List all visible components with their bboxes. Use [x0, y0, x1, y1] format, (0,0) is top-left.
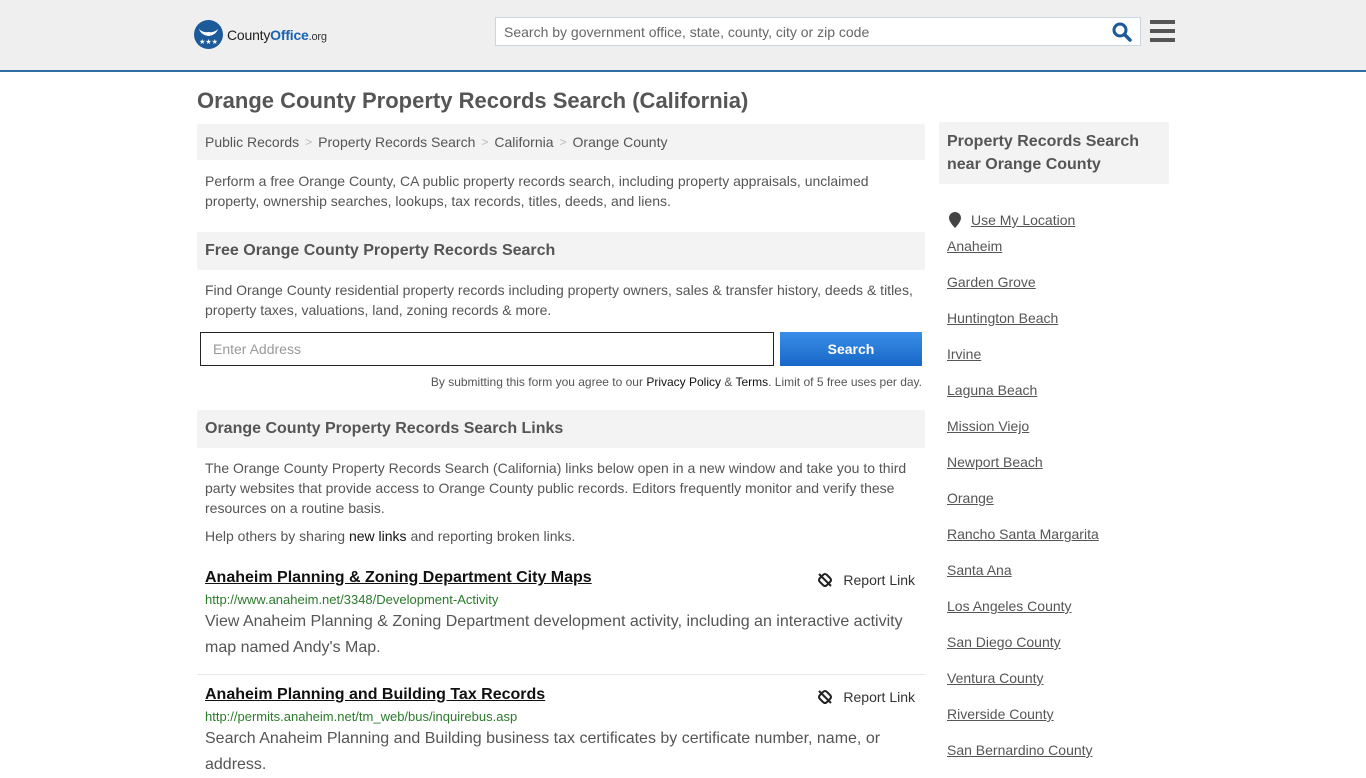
countyoffice-logo[interactable]: ★★★ CountyOffice.org [194, 20, 327, 49]
resource-link-item: Anaheim Planning & Zoning Department Cit… [197, 568, 925, 675]
nearby-item: Mission Viejo [947, 418, 1169, 454]
nearby-link-san-bernardino-county[interactable]: San Bernardino County [947, 742, 1093, 758]
page-title: Orange County Property Records Search (C… [197, 88, 749, 113]
breadcrumb-separator: > [559, 135, 567, 149]
help-prefix: Help others by sharing [205, 528, 349, 544]
resource-link-title[interactable]: Anaheim Planning & Zoning Department Cit… [205, 569, 592, 587]
nearby-item: Garden Grove [947, 274, 1169, 310]
breadcrumb-property-records-search[interactable]: Property Records Search [318, 134, 475, 150]
nearby-list: Use My Location Anaheim Garden Grove Hun… [939, 202, 1169, 778]
breadcrumb-public-records[interactable]: Public Records [205, 134, 299, 150]
report-link-label: Report Link [843, 689, 915, 705]
resource-link-item: Anaheim Planning and Building Tax Record… [197, 685, 925, 778]
hamburger-menu-icon[interactable] [1150, 20, 1175, 42]
nearby-item: Newport Beach [947, 454, 1169, 490]
resource-link-description: View Anaheim Planning & Zoning Departmen… [205, 613, 903, 656]
site-header: ★★★ CountyOffice.org [0, 0, 1366, 72]
nearby-item: Santa Ana [947, 562, 1169, 598]
eagle-logo-icon: ★★★ [194, 20, 223, 49]
terms-link[interactable]: Terms [735, 375, 768, 389]
nearby-item: San Bernardino County [947, 742, 1169, 778]
nearby-item: Huntington Beach [947, 310, 1169, 346]
nearby-link-ventura-county[interactable]: Ventura County [947, 670, 1044, 686]
help-text: Help others by sharing new links and rep… [205, 528, 575, 544]
use-location-item: Use My Location [947, 202, 1169, 238]
links-section-description: The Orange County Property Records Searc… [205, 460, 907, 516]
broken-link-icon [818, 690, 833, 704]
address-input[interactable] [200, 332, 774, 366]
free-search-description: Find Orange County residential property … [205, 282, 913, 318]
nearby-link-orange[interactable]: Orange [947, 490, 994, 506]
breadcrumb: Public Records > Property Records Search… [197, 124, 925, 160]
disclaimer-prefix: By submitting this form you agree to our [430, 375, 647, 389]
disclaimer-suffix: . Limit of 5 free uses per day. [768, 375, 922, 389]
form-disclaimer: By submitting this form you agree to our… [431, 375, 922, 389]
nearby-link-santa-ana[interactable]: Santa Ana [947, 562, 1012, 578]
breadcrumb-separator: > [305, 135, 313, 149]
main-content: Public Records > Property Records Search… [197, 124, 925, 773]
location-pin-icon [949, 212, 961, 228]
nearby-item: Irvine [947, 346, 1169, 382]
use-my-location-link[interactable]: Use My Location [971, 212, 1075, 228]
nearby-link-los-angeles-county[interactable]: Los Angeles County [947, 598, 1072, 614]
search-icon[interactable] [1112, 22, 1132, 42]
nearby-link-rancho-santa-margarita[interactable]: Rancho Santa Margarita [947, 526, 1099, 542]
nearby-item: Los Angeles County [947, 598, 1169, 634]
broken-link-icon [818, 573, 833, 587]
privacy-policy-link[interactable]: Privacy Policy [646, 375, 721, 389]
nearby-item: Laguna Beach [947, 382, 1169, 418]
site-search-box [495, 17, 1141, 46]
nearby-item: Ventura County [947, 670, 1169, 706]
nearby-link-garden-grove[interactable]: Garden Grove [947, 274, 1036, 290]
free-search-heading: Free Orange County Property Records Sear… [197, 232, 925, 270]
disclaimer-amp: & [721, 375, 736, 389]
nearby-link-laguna-beach[interactable]: Laguna Beach [947, 382, 1037, 398]
nearby-item: Riverside County [947, 706, 1169, 742]
report-link-label: Report Link [843, 572, 915, 588]
resource-link-description: Search Anaheim Planning and Building bus… [205, 730, 881, 773]
nearby-sidebar: Property Records Search near Orange Coun… [939, 122, 1169, 778]
nearby-link-mission-viejo[interactable]: Mission Viejo [947, 418, 1029, 434]
nearby-link-san-diego-county[interactable]: San Diego County [947, 634, 1061, 650]
breadcrumb-orange-county[interactable]: Orange County [573, 134, 668, 150]
nearby-link-newport-beach[interactable]: Newport Beach [947, 454, 1043, 470]
resource-link-url: http://www.anaheim.net/3348/Development-… [205, 592, 499, 607]
help-suffix: and reporting broken links. [406, 528, 576, 544]
breadcrumb-separator: > [481, 135, 489, 149]
resource-link-url: http://permits.anaheim.net/tm_web/bus/in… [205, 709, 518, 724]
nearby-item: Orange [947, 490, 1169, 526]
nearby-item: Anaheim [947, 238, 1169, 274]
nearby-link-huntington-beach[interactable]: Huntington Beach [947, 310, 1058, 326]
nearby-link-anaheim[interactable]: Anaheim [947, 238, 1002, 254]
nearby-link-riverside-county[interactable]: Riverside County [947, 706, 1054, 722]
logo-text: CountyOffice.org [227, 26, 327, 43]
links-section-heading: Orange County Property Records Search Li… [197, 410, 925, 448]
svg-text:★★★: ★★★ [199, 38, 218, 46]
new-links-link[interactable]: new links [349, 528, 407, 544]
resource-link-title[interactable]: Anaheim Planning and Building Tax Record… [205, 686, 545, 704]
report-link-button[interactable]: Report Link [817, 689, 915, 705]
nearby-link-irvine[interactable]: Irvine [947, 346, 981, 362]
sidebar-heading: Property Records Search near Orange Coun… [939, 122, 1169, 184]
nearby-item: Rancho Santa Margarita [947, 526, 1169, 562]
report-link-button[interactable]: Report Link [817, 572, 915, 588]
address-search-button[interactable]: Search [780, 332, 922, 366]
nearby-item: San Diego County [947, 634, 1169, 670]
breadcrumb-california[interactable]: California [494, 134, 553, 150]
site-search-input[interactable] [496, 18, 1096, 45]
